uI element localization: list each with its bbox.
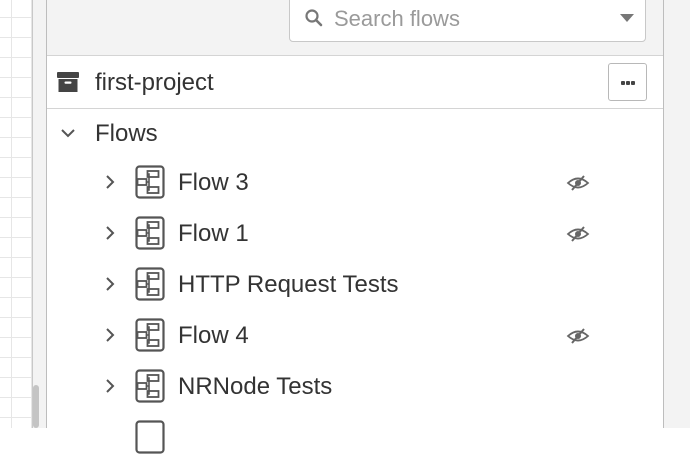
flow-item[interactable]: NRNode Tests — [47, 361, 663, 412]
flow-item[interactable]: Flow 3 — [47, 157, 663, 208]
flow-icon — [135, 369, 165, 403]
chevron-right-icon[interactable] — [103, 276, 117, 292]
flow-icon — [135, 216, 165, 250]
flows-section-header[interactable]: Flows — [47, 109, 663, 157]
search-icon — [305, 9, 323, 27]
flow-icon — [135, 165, 165, 199]
chevron-right-icon[interactable] — [103, 327, 117, 343]
chevron-right-icon[interactable] — [103, 174, 117, 190]
project-header: first-project — [47, 56, 663, 109]
flow-label: NRNode Tests — [178, 373, 333, 400]
workspace-canvas[interactable] — [0, 0, 32, 428]
ellipsis-dot — [626, 81, 630, 85]
sidebar-gutter — [33, 0, 46, 428]
eye-slash-icon[interactable] — [566, 174, 590, 192]
flow-item[interactable]: Flow 1 — [47, 208, 663, 259]
flow-label: Flow 3 — [178, 169, 249, 196]
caret-down-icon[interactable] — [619, 13, 635, 23]
flows-section-label: Flows — [95, 120, 158, 147]
right-scroll-gutter — [663, 0, 690, 428]
ellipsis-icon — [621, 81, 625, 85]
search-toolbar — [47, 0, 663, 56]
eye-slash-icon[interactable] — [566, 327, 590, 345]
flow-icon — [135, 420, 165, 454]
flow-item[interactable] — [47, 412, 663, 463]
canvas-scrollbar[interactable] — [33, 385, 39, 428]
eye-slash-icon[interactable] — [566, 225, 590, 243]
project-name: first-project — [95, 69, 214, 96]
chevron-right-icon[interactable] — [103, 225, 117, 241]
flow-label: HTTP Request Tests — [178, 271, 399, 298]
ellipsis-dot — [631, 81, 635, 85]
archive-icon — [57, 72, 79, 92]
explorer-sidebar: first-project Flows Flow 3 — [46, 0, 663, 454]
flow-label: Flow 4 — [178, 322, 249, 349]
search-box[interactable] — [289, 0, 646, 42]
search-input[interactable] — [334, 3, 604, 35]
flow-label: Flow 1 — [178, 220, 249, 247]
flow-icon — [135, 318, 165, 352]
flow-item[interactable]: HTTP Request Tests — [47, 259, 663, 310]
chevron-down-icon[interactable] — [60, 125, 76, 141]
flow-icon — [135, 267, 165, 301]
flow-item[interactable]: Flow 4 — [47, 310, 663, 361]
flow-list: Flow 3 Flow 1 HTTP Request Tests Flow 4 … — [47, 157, 663, 463]
project-menu-button[interactable] — [608, 63, 647, 101]
chevron-right-icon[interactable] — [103, 378, 117, 394]
